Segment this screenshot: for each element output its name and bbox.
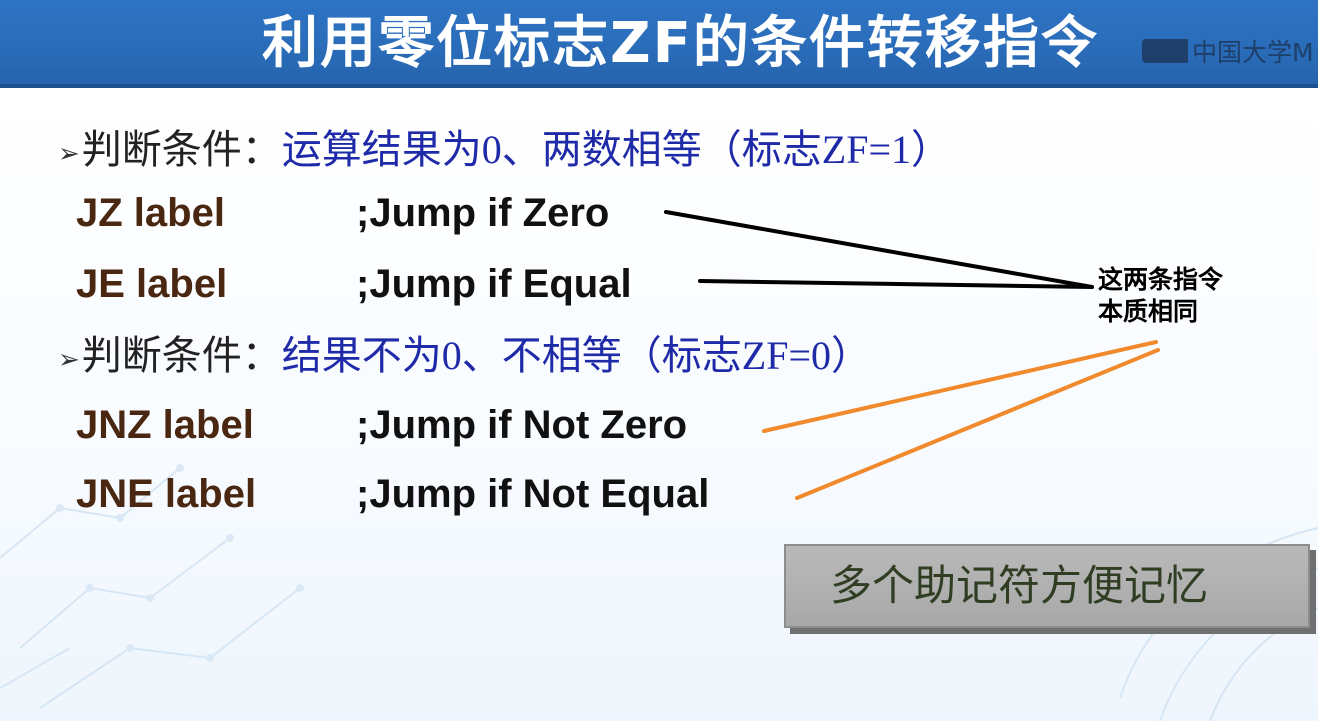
condition-prefix: 判断条件： [81, 333, 282, 378]
mnemonic-callout-box: 多个助记符方便记忆 [784, 544, 1310, 628]
note-line-1: 这两条指令 [1098, 265, 1224, 294]
comment-jne: ;Jump if Not Equal [356, 472, 710, 516]
comment-je: ;Jump if Equal [356, 262, 632, 306]
logo-text: 中国大学M [1192, 38, 1314, 67]
same-instruction-note: 这两条指令 本质相同 [1098, 264, 1223, 328]
book-icon [1142, 39, 1188, 63]
slide-title: 利用零位标志ZF的条件转移指令 [262, 11, 1099, 76]
comment-jz: ;Jump if Zero [356, 191, 610, 235]
arrow-bullet-icon: ➢ [58, 344, 80, 374]
instruction-je: JE label [76, 262, 228, 306]
title-bar: 利用零位标志ZF的条件转移指令 中国大学M [0, 0, 1318, 88]
instruction-jnz: JNZ label [76, 403, 254, 447]
mooc-logo: 中国大学M [1142, 36, 1314, 67]
condition-prefix: 判断条件： [81, 127, 282, 172]
condition-description: 运算结果为0、两数相等（标志ZF=1） [281, 127, 952, 172]
condition-description: 结果不为0、不相等（标志ZF=0） [281, 333, 872, 378]
arrow-bullet-icon: ➢ [58, 138, 80, 168]
comment-jnz: ;Jump if Not Zero [356, 403, 688, 447]
condition-zf-0: ➢判断条件：结果不为0、不相等（标志ZF=0） [58, 332, 871, 384]
callout-text: 多个助记符方便记忆 [830, 561, 1209, 610]
instruction-jne: JNE label [76, 472, 257, 516]
condition-zf-1: ➢判断条件：运算结果为0、两数相等（标志ZF=1） [58, 126, 951, 178]
instruction-jz: JZ label [76, 191, 225, 235]
note-line-2: 本质相同 [1098, 297, 1199, 326]
